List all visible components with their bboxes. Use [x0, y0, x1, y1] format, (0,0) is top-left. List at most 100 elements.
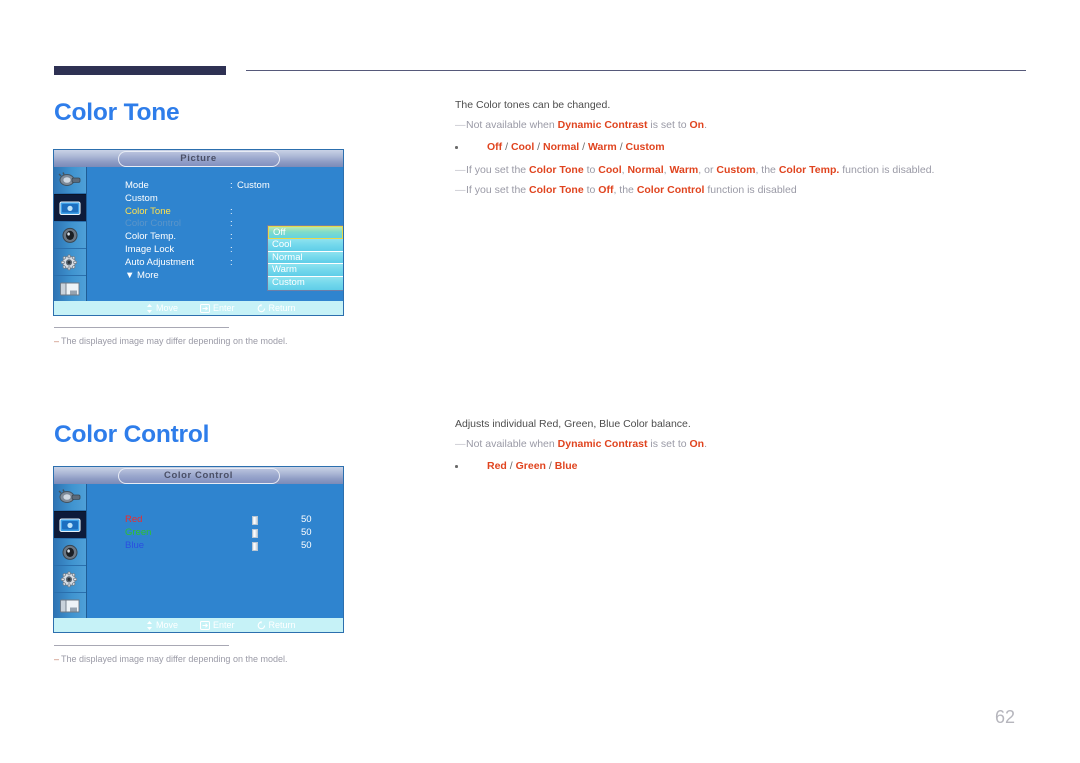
osd-row-label: Image Lock [125, 243, 175, 255]
dash-marker-icon: – [54, 336, 60, 346]
dropdown-option-warm[interactable]: Warm [268, 264, 343, 278]
header-rule-thin [246, 70, 1026, 71]
lead-text: Adjusts individual Red, Green, Blue Colo… [455, 418, 691, 430]
osd-titlebar: Color Control [54, 467, 343, 484]
osd-footer-label: Move [156, 620, 179, 630]
color-channel-value: 50 [301, 514, 312, 525]
osd-row-label: ▼ More [125, 269, 159, 281]
lead-text: The Color tones can be changed. [455, 99, 611, 111]
enter-icon [200, 620, 211, 630]
osd-footer-label: Move [156, 303, 179, 313]
osd-footer-label: Return [268, 620, 296, 630]
sound-icon[interactable] [54, 539, 86, 566]
note-color-control-disabled: —If you set the Color Tone to Off, the C… [455, 184, 797, 196]
note-dynamic-contrast: —Not available when Dynamic Contrast is … [455, 438, 708, 450]
setup-gear-icon[interactable] [54, 249, 86, 276]
figure-note-label: The displayed image may differ depending… [61, 336, 288, 346]
osd-menu-title: Picture [117, 151, 280, 167]
setup-gear-icon[interactable] [54, 566, 86, 593]
osd-body: Red 50 Green 50 Blue 50 [87, 484, 343, 632]
color-channel-value: 50 [301, 526, 312, 538]
osd-screenshot-color-control-menu: Color Control Red 50 Green 50 Blue 50 Mo… [54, 467, 343, 632]
header-rule [54, 66, 1026, 78]
osd-menu-row[interactable]: Mode : Custom [125, 180, 325, 193]
osd-titlebar: Picture [54, 150, 343, 167]
bullet-dot-icon [455, 465, 458, 468]
updown-arrow-icon [146, 303, 153, 313]
osd-row-label: Color Control [125, 218, 181, 230]
osd-sidebar [54, 167, 87, 315]
osd-footer-label: Enter [213, 303, 235, 313]
bullet-options-text: Red / Green / Blue [487, 460, 578, 472]
picture-icon[interactable] [54, 511, 86, 539]
osd-footer: Move Enter Return [54, 618, 343, 632]
osd-row-colon: : [230, 218, 233, 230]
osd-sidebar [54, 484, 87, 632]
osd-row-colon: : [230, 180, 233, 191]
slider-handle[interactable] [252, 528, 258, 538]
multi-control-icon[interactable] [54, 593, 86, 620]
osd-row-label: Color Temp. [125, 231, 177, 243]
dash-marker-icon: — [455, 184, 466, 196]
osd-menu-title: Color Control [117, 468, 280, 484]
osd-menu-row-color-tone[interactable]: Color Tone : [125, 206, 325, 219]
color-control-row-blue[interactable]: Blue 50 [125, 540, 335, 553]
osd-row-value: Custom [237, 180, 270, 191]
slider-handle[interactable] [252, 516, 258, 525]
bullet-dot-icon [455, 146, 458, 149]
page-title-color-control: Color Control [54, 421, 210, 448]
osd-body: Mode : Custom Custom Color Tone : Color … [87, 167, 343, 315]
return-icon [257, 620, 266, 630]
osd-row-label: Custom [125, 192, 158, 204]
note-dynamic-contrast: —Not available when Dynamic Contrast is … [455, 119, 708, 131]
color-control-row-green[interactable]: Green 50 [125, 527, 335, 540]
updown-arrow-icon [146, 620, 153, 630]
osd-row-colon: : [230, 256, 233, 268]
osd-footer-move[interactable]: Move [146, 620, 178, 630]
page-number: 62 [995, 707, 1016, 727]
osd-row-label: Auto Adjustment [125, 256, 195, 268]
osd-menu-row[interactable]: Custom [125, 193, 325, 206]
dash-marker-icon: – [54, 654, 60, 664]
input-source-icon[interactable] [54, 167, 86, 194]
osd-footer: Move Enter Return [54, 301, 343, 315]
osd-footer-label: Return [268, 303, 296, 313]
slider-handle[interactable] [252, 541, 258, 551]
picture-icon[interactable] [54, 194, 86, 222]
color-channel-label: Red [125, 514, 143, 525]
figure-note-rule [54, 327, 229, 328]
osd-footer-enter[interactable]: Enter [200, 620, 235, 630]
enter-icon [200, 303, 211, 313]
copy-color-control: Adjusts individual Red, Green, Blue Colo… [455, 418, 1025, 482]
osd-footer-enter[interactable]: Enter [200, 303, 235, 313]
dropdown-option-off[interactable]: Off [268, 226, 343, 239]
osd-screenshot-picture-menu: Picture Mode: Custom Custom Color Tone … [54, 150, 343, 315]
dropdown-option-cool[interactable]: Cool [268, 238, 343, 252]
dropdown-option-custom[interactable]: Custom [268, 277, 343, 290]
bullet-color-tone-options: Off / Cool / Normal / Warm / Custom [455, 140, 1025, 154]
dropdown-option-normal[interactable]: Normal [268, 251, 343, 265]
color-control-row-red[interactable]: Red 50 [125, 514, 335, 527]
bullet-options-text: Off / Cool / Normal / Warm / Custom [487, 141, 665, 153]
copy-color-tone: The Color tones can be changed. —Not ava… [455, 99, 1025, 203]
dash-marker-icon: — [455, 119, 466, 131]
header-rule-thick [54, 66, 226, 75]
figure-note-text: – The displayed image may differ dependin… [54, 654, 287, 664]
osd-footer-return[interactable]: Return [257, 620, 296, 630]
osd-row-label: Color Tone [125, 205, 171, 217]
color-tone-dropdown[interactable]: Off Cool Normal Warm Custom [267, 225, 343, 291]
return-icon [257, 303, 266, 313]
sound-icon[interactable] [54, 222, 86, 249]
color-channel-label: Green [125, 526, 152, 538]
osd-footer-move[interactable]: Move [146, 303, 178, 313]
color-control-list: Red 50 Green 50 Blue 50 [125, 514, 335, 552]
bullet-color-control-options: Red / Green / Blue [455, 459, 1025, 473]
color-channel-label: Blue [125, 539, 145, 551]
multi-control-icon[interactable] [54, 276, 86, 303]
input-source-icon[interactable] [54, 484, 86, 511]
figure-note-text: – The displayed image may differ dependin… [54, 336, 287, 346]
osd-footer-label: Enter [213, 620, 235, 630]
osd-footer-return[interactable]: Return [257, 303, 296, 313]
osd-row-colon: : [230, 205, 233, 217]
figure-note-rule [54, 645, 229, 646]
